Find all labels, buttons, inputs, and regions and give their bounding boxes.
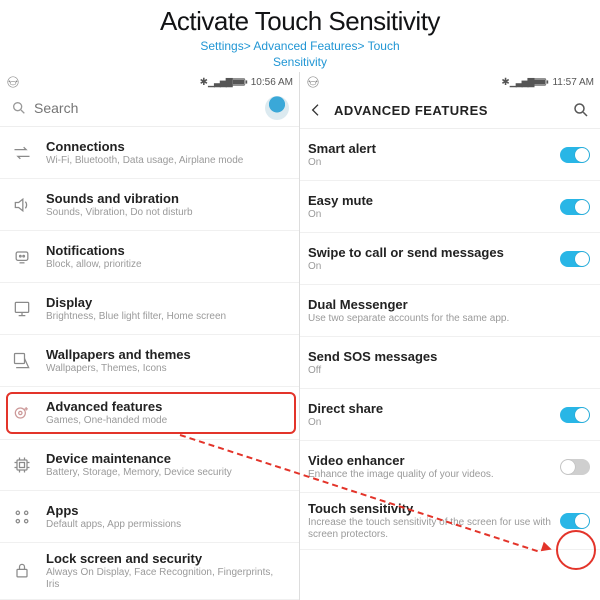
instruction-header: Activate Touch Sensitivity Settings> Adv… — [0, 0, 600, 72]
status-time: 11:57 AM — [552, 77, 594, 88]
status-bar: ✱ ▁▃▅▇ 10:56 AM — [0, 72, 299, 92]
row-smart-alert[interactable]: Smart alertOn — [300, 129, 600, 181]
features-list: Smart alertOn Easy muteOn Swipe to call … — [300, 129, 600, 550]
row-wallpapers[interactable]: Wallpapers and themesWallpapers, Themes,… — [0, 335, 299, 387]
breadcrumb: Settings> Advanced Features> Touch Sensi… — [0, 39, 600, 70]
title-bar: ADVANCED FEATURES — [300, 92, 600, 129]
reddit-icon — [6, 75, 20, 89]
sound-icon — [8, 191, 36, 219]
screen-title: ADVANCED FEATURES — [334, 103, 488, 118]
row-direct-share[interactable]: Direct shareOn — [300, 389, 600, 441]
row-send-sos[interactable]: Send SOS messagesOff — [300, 337, 600, 389]
row-dual-messenger[interactable]: Dual MessengerUse two separate accounts … — [300, 285, 600, 337]
lock-icon — [8, 557, 36, 585]
row-swipe-call[interactable]: Swipe to call or send messagesOn — [300, 233, 600, 285]
row-video-enhancer[interactable]: Video enhancerEnhance the image quality … — [300, 441, 600, 493]
row-advanced-features[interactable]: Advanced featuresGames, One-handed mode — [0, 387, 299, 439]
status-bar: ✱ ▁▃▅▇ 11:57 AM — [300, 72, 600, 92]
apps-icon — [8, 503, 36, 531]
bell-icon — [8, 243, 36, 271]
toggle-swipe-call[interactable] — [560, 251, 590, 267]
row-apps[interactable]: AppsDefault apps, App permissions — [0, 491, 299, 543]
row-lock-security[interactable]: Lock screen and securityAlways On Displa… — [0, 543, 299, 600]
signal-icon: ▁▃▅▇ — [208, 77, 232, 88]
row-notifications[interactable]: NotificationsBlock, allow, prioritize — [0, 231, 299, 283]
back-button[interactable] — [306, 100, 326, 120]
toggle-touch-sensitivity[interactable] — [560, 513, 590, 529]
search-row[interactable] — [0, 92, 299, 127]
brush-icon — [8, 347, 36, 375]
status-time: 10:56 AM — [251, 77, 293, 88]
settings-list: ConnectionsWi-Fi, Bluetooth, Data usage,… — [0, 127, 299, 600]
row-device-maintenance[interactable]: Device maintenanceBattery, Storage, Memo… — [0, 439, 299, 491]
toggle-smart-alert[interactable] — [560, 147, 590, 163]
page-title: Activate Touch Sensitivity — [0, 6, 600, 37]
row-touch-sensitivity[interactable]: Touch sensitivityIncrease the touch sens… — [300, 493, 600, 550]
row-sounds[interactable]: Sounds and vibrationSounds, Vibration, D… — [0, 179, 299, 231]
search-icon — [10, 99, 28, 117]
arrows-icon — [8, 139, 36, 167]
row-display[interactable]: DisplayBrightness, Blue light filter, Ho… — [0, 283, 299, 335]
row-easy-mute[interactable]: Easy muteOn — [300, 181, 600, 233]
search-icon[interactable] — [572, 101, 590, 119]
avatar[interactable] — [265, 96, 289, 120]
bluetooth-icon: ✱ — [501, 77, 509, 88]
battery-icon — [232, 77, 248, 87]
chip-icon — [8, 451, 36, 479]
toggle-direct-share[interactable] — [560, 407, 590, 423]
toggle-video-enhancer[interactable] — [560, 459, 590, 475]
gear-plus-icon — [8, 399, 36, 427]
signal-icon: ▁▃▅▇ — [510, 77, 534, 88]
bluetooth-icon: ✱ — [200, 77, 208, 88]
toggle-easy-mute[interactable] — [560, 199, 590, 215]
advanced-features-screen: ✱ ▁▃▅▇ 11:57 AM ADVANCED FEATURES Smart … — [300, 72, 600, 600]
battery-icon — [533, 77, 549, 87]
display-icon — [8, 295, 36, 323]
settings-screen: ✱ ▁▃▅▇ 10:56 AM ConnectionsWi-Fi, Blueto… — [0, 72, 300, 600]
reddit-icon — [306, 75, 320, 89]
row-connections[interactable]: ConnectionsWi-Fi, Bluetooth, Data usage,… — [0, 127, 299, 179]
search-input[interactable] — [34, 100, 259, 116]
